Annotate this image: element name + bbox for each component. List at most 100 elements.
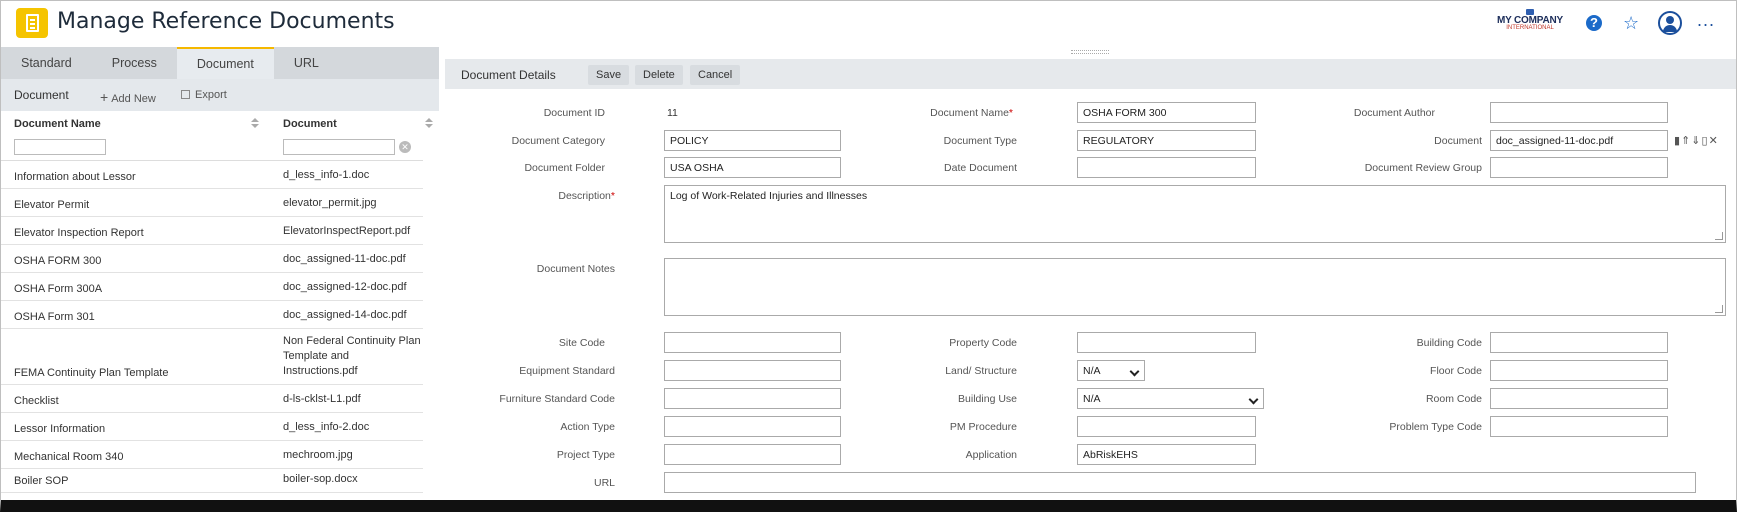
favorite-add-icon[interactable]: ☆ xyxy=(1623,13,1643,33)
tab-process[interactable]: Process xyxy=(92,47,177,79)
filter-row: ✕ xyxy=(1,135,423,161)
user-avatar-icon[interactable] xyxy=(1658,11,1682,35)
building-code-label: Building Code xyxy=(1416,337,1482,349)
application-label: Application xyxy=(965,449,1017,461)
document-type-field[interactable]: REGULATORY xyxy=(1077,130,1256,151)
table-row[interactable]: Lessor Information d_less_info-2.doc xyxy=(1,413,423,441)
document-file-cell: d_less_info-1.doc xyxy=(283,169,370,181)
app-window: Manage Reference Documents MY COMPANY IN… xyxy=(0,0,1737,512)
document-folder-field[interactable]: USA OSHA xyxy=(664,157,841,178)
problem-type-code-label: Problem Type Code xyxy=(1389,421,1482,433)
resize-handle-icon[interactable] xyxy=(1715,305,1723,313)
document-notes-label: Document Notes xyxy=(536,263,615,275)
land-structure-select[interactable]: N/A xyxy=(1077,360,1145,381)
document-file-cell: boiler-sop.docx xyxy=(283,473,358,485)
furniture-standard-code-label: Furniture Standard Code xyxy=(499,393,615,405)
room-code-field[interactable] xyxy=(1490,388,1668,409)
table-row[interactable]: Boiler SOP boiler-sop.docx xyxy=(1,469,423,493)
table-row[interactable]: FEMA Continuity Plan Template Non Federal… xyxy=(1,329,423,385)
document-name-cell: OSHA FORM 300 xyxy=(14,255,102,267)
tab-url[interactable]: URL xyxy=(274,47,339,79)
tab-standard[interactable]: Standard xyxy=(1,47,92,79)
document-name-cell: FEMA Continuity Plan Template xyxy=(14,367,169,379)
document-type-label: Document Type xyxy=(943,135,1017,147)
check-in-icon[interactable]: ▮ xyxy=(1674,135,1681,147)
resize-handle-icon[interactable] xyxy=(1715,232,1723,240)
document-file-cell: mechroom.jpg xyxy=(283,449,353,461)
document-file-cell: doc_assigned-14-doc.pdf xyxy=(283,309,407,321)
table-row[interactable]: Mechanical Room 340 mechroom.jpg xyxy=(1,441,423,469)
cancel-button[interactable]: Cancel xyxy=(690,65,741,85)
action-type-field[interactable] xyxy=(664,416,841,437)
room-code-label: Room Code xyxy=(1425,393,1482,405)
date-document-field[interactable] xyxy=(1077,157,1256,178)
table-row[interactable]: OSHA Form 301 doc_assigned-14-doc.pdf xyxy=(1,301,423,329)
document-name-label: Document Name* xyxy=(930,107,1013,119)
column-header-row: Document Name Document xyxy=(1,111,439,135)
table-row[interactable]: OSHA FORM 300 doc_assigned-11-doc.pdf xyxy=(1,245,423,273)
document-file-label: Document xyxy=(1434,135,1482,147)
document-name-cell: Boiler SOP xyxy=(14,475,69,487)
building-use-select[interactable]: N/A xyxy=(1077,388,1264,409)
document-file-cell: Non Federal Continuity Plan Template and… xyxy=(283,335,421,377)
property-code-label: Property Code xyxy=(949,337,1017,349)
document-file-field[interactable]: doc_assigned-11-doc.pdf xyxy=(1490,130,1668,151)
document-app-icon xyxy=(16,8,48,38)
add-new-button[interactable]: + Add New xyxy=(100,89,156,105)
property-code-field[interactable] xyxy=(1077,332,1256,353)
table-row[interactable]: OSHA Form 300A doc_assigned-12-doc.pdf xyxy=(1,273,423,301)
table-row[interactable]: Elevator Inspection Report ElevatorInspec… xyxy=(1,217,423,245)
document-name-field[interactable]: OSHA FORM 300 xyxy=(1077,102,1256,123)
delete-button[interactable]: Delete xyxy=(635,65,683,85)
application-field[interactable]: AbRiskEHS xyxy=(1077,444,1256,465)
pm-procedure-field[interactable] xyxy=(1077,416,1256,437)
land-structure-label: Land/ Structure xyxy=(945,365,1017,377)
document-list-panel: Standard Process Document URL Document +… xyxy=(1,47,439,500)
description-textarea[interactable]: Log of Work-Related Injuries and Illness… xyxy=(664,185,1726,243)
document-review-group-field[interactable] xyxy=(1490,157,1668,178)
building-code-field[interactable] xyxy=(1490,332,1668,353)
column-header-document[interactable]: Document xyxy=(283,118,337,130)
project-type-field[interactable] xyxy=(664,444,841,465)
tab-bar: Standard Process Document URL xyxy=(1,47,439,79)
save-button[interactable]: Save xyxy=(588,65,630,85)
resize-grip[interactable] xyxy=(1071,50,1109,54)
clear-filter-icon[interactable]: ✕ xyxy=(399,141,411,153)
table-row[interactable]: Elevator Permit elevator_permit.jpg xyxy=(1,189,423,217)
document-name-cell: Elevator Inspection Report xyxy=(14,227,144,239)
equipment-standard-field[interactable] xyxy=(664,360,841,381)
upload-icon[interactable]: ⇑ xyxy=(1681,135,1691,147)
floor-code-field[interactable] xyxy=(1490,360,1668,381)
tab-document[interactable]: Document xyxy=(176,47,274,79)
download-icon[interactable]: ⇓ xyxy=(1691,135,1701,147)
sort-icon[interactable] xyxy=(425,118,433,128)
lock-icon[interactable]: ▯ xyxy=(1702,135,1709,147)
plus-icon: + xyxy=(100,89,109,105)
document-name-cell: Elevator Permit xyxy=(14,199,90,211)
table-row[interactable]: Information about Lessor d_less_info-1.do… xyxy=(1,161,423,189)
table-row[interactable]: Checklist d-ls-cklst-L1.pdf xyxy=(1,385,423,413)
company-logo: MY COMPANY INTERNATIONAL xyxy=(1491,9,1569,37)
help-icon[interactable]: ? xyxy=(1586,15,1602,31)
sort-icon[interactable] xyxy=(251,118,259,128)
url-field[interactable] xyxy=(664,472,1696,493)
site-code-label: Site Code xyxy=(558,337,605,349)
furniture-standard-code-field[interactable] xyxy=(664,388,841,409)
equipment-standard-label: Equipment Standard xyxy=(519,365,615,377)
column-header-document-name[interactable]: Document Name xyxy=(14,118,101,130)
project-type-label: Project Type xyxy=(556,449,615,461)
more-options-icon[interactable]: ... xyxy=(1697,11,1717,33)
export-button[interactable]: Export xyxy=(181,89,227,101)
document-file-cell: doc_assigned-12-doc.pdf xyxy=(283,281,407,293)
delete-file-icon[interactable]: ✕ xyxy=(1709,135,1719,147)
document-name-filter-input[interactable] xyxy=(14,139,106,155)
document-id-value: 11 xyxy=(667,107,678,119)
document-filter-input[interactable] xyxy=(283,139,395,155)
document-category-field[interactable]: POLICY xyxy=(664,130,841,151)
problem-type-code-field[interactable] xyxy=(1490,416,1668,437)
document-author-field[interactable] xyxy=(1490,102,1668,123)
page-title: Manage Reference Documents xyxy=(57,9,395,34)
document-review-group-label: Document Review Group xyxy=(1364,162,1482,174)
site-code-field[interactable] xyxy=(664,332,841,353)
document-notes-textarea[interactable] xyxy=(664,258,1726,316)
